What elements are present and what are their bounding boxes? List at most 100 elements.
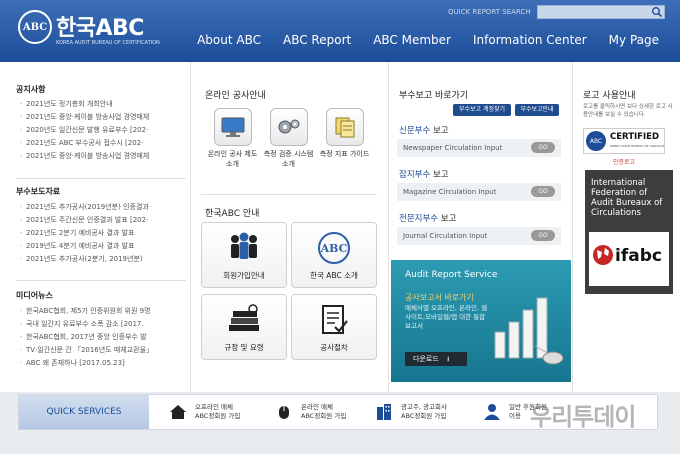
guide-about-abc[interactable]: ABC 한국 ABC 소개: [291, 222, 377, 288]
online-item-label: 측정 지표 가이드: [319, 150, 370, 158]
list-item[interactable]: 국내 일간지 유료부수 소폭 감소 [2017.: [18, 318, 186, 331]
find-account-button[interactable]: 부수보고 계정찾기: [453, 104, 511, 116]
guide-procedure[interactable]: 공사절차: [291, 294, 377, 360]
logo-usage-title: 로고 사용안내: [583, 91, 636, 101]
quick-line1: 오프라인 매체: [195, 403, 233, 411]
list-item[interactable]: 2021년도 추가공사(2019년분) 인증결과: [18, 201, 186, 214]
quick-online-member[interactable]: 온라인 매체 ABC정회원 가입: [275, 399, 346, 425]
quick-line2: ABC정회원 가입: [301, 412, 347, 420]
quick-line1: 광고주, 광고회사: [401, 403, 447, 411]
download-label: 다운로드: [413, 355, 439, 363]
certified-subtext: KOREA AUDIT BUREAU OF CIRCULATIONS: [610, 144, 664, 148]
report-head: 신문부수: [399, 126, 431, 136]
list-item[interactable]: ABC 왜 존재하나 [2017.05.23]: [18, 357, 186, 370]
monitor-icon: [213, 108, 252, 146]
list-item[interactable]: 한국ABC협회, 2017년 중앙 인증부수 발: [18, 331, 186, 344]
online-item-metrics[interactable]: 측정 지표 가이드: [317, 108, 372, 159]
newspaper-report-row[interactable]: Newspaper Circulation Input GO: [397, 139, 561, 157]
main-nav: About ABC ABC Report ABC Member Informat…: [186, 32, 670, 48]
list-item[interactable]: 2021년도 정기총회 개최안내: [18, 98, 186, 111]
guide-item-label: 한국 ABC 소개: [310, 271, 358, 280]
cert-caption[interactable]: 인증로고: [583, 157, 665, 166]
ifabc-logo-panel[interactable]: International Federation of Audit Bureau…: [585, 170, 673, 294]
building-icon: [377, 404, 391, 420]
site-logo[interactable]: ABC 한국ABC KOREA AUDIT BUREAU OF CERTIFIC…: [18, 8, 188, 52]
quick-search-input[interactable]: [537, 5, 665, 19]
nav-information-center[interactable]: Information Center: [462, 32, 598, 48]
list-item[interactable]: 한국ABC협회, 제5기 인증위원회 위원 9명: [18, 305, 186, 318]
magazine-report-link[interactable]: 잡지부수 보고: [399, 168, 449, 180]
journal-report-row[interactable]: Journal Circulation Input GO: [397, 227, 561, 245]
search-icon[interactable]: [651, 6, 663, 18]
list-item[interactable]: 2021년도 2분기 예비공사 결과 발표: [18, 227, 186, 240]
guide-item-label: 회원가입안내: [223, 271, 265, 280]
report-shortcuts-title: 부수보고 바로가기: [399, 91, 469, 101]
logo-usage-column: 로고 사용안내 로고를 클릭하시면 보다 상세한 로고 사용안내를 보실 수 있…: [572, 62, 678, 392]
main-content: 공지사항 2021년도 정기총회 개최안내 2021년도 중앙·케이블 방송사업…: [0, 62, 680, 392]
abc-logo-icon: ABC: [318, 232, 350, 264]
house-icon: [170, 405, 186, 419]
report-guide-button[interactable]: 부수보고안내: [515, 104, 559, 116]
news-column: 공지사항 2021년도 정기총회 개최안내 2021년도 중앙·케이블 방송사업…: [8, 62, 188, 392]
user-icon: [484, 404, 500, 420]
journal-report-link[interactable]: 전문지부수 보고: [399, 212, 456, 224]
books-icon: [229, 304, 259, 331]
audit-report-description: 매체사별 오프라인, 온라인, 웹사이트,모바일웹/앱 대한 통합보고서: [405, 304, 488, 330]
checklist-icon: [322, 305, 348, 334]
guide-membership[interactable]: 회원가입안내: [201, 222, 287, 288]
online-item-label: 온라인 공사 제도소개: [207, 150, 258, 168]
report-column: 부수보고 바로가기 부수보고 계정찾기 부수보고안내 신문부수 보고 Newsp…: [388, 62, 571, 392]
list-item[interactable]: 2021년도 추가공사(2분기, 2019년분): [18, 253, 186, 266]
nav-my-page[interactable]: My Page: [598, 32, 670, 48]
go-button[interactable]: GO: [531, 230, 555, 241]
notices-title[interactable]: 공지사항: [16, 84, 45, 95]
abc-logo-mark: ABC: [18, 10, 52, 44]
report-tail: 보고: [430, 170, 449, 180]
list-item[interactable]: 2021년도 주간신문 인증결과 발표 [202·: [18, 214, 186, 227]
certified-logo[interactable]: ABC CERTIFIED KOREA AUDIT BUREAU OF CIRC…: [583, 128, 665, 154]
quick-services-label: QUICK SERVICES: [19, 395, 149, 429]
media-title[interactable]: 미디어뉴스: [16, 290, 53, 301]
list-item[interactable]: 2021년도 중앙·케이블 방송사업 경영매체: [18, 111, 186, 124]
report-sub: Magazine Circulation Input: [403, 188, 497, 196]
notices-list: 2021년도 정기총회 개최안내 2021년도 중앙·케이블 방송사업 경영매체…: [18, 98, 186, 163]
list-item[interactable]: 2019년도 4분기 예비공사 결과 발표: [18, 240, 186, 253]
list-item[interactable]: 2020년도 일간신문 발행 유료부수 [202·: [18, 124, 186, 137]
nav-member[interactable]: ABC Member: [362, 32, 462, 48]
abc-seal-icon: ABC: [586, 131, 606, 151]
nav-report[interactable]: ABC Report: [272, 32, 362, 48]
svg-text:ABC: ABC: [320, 242, 348, 255]
site-header: ABC 한국ABC KOREA AUDIT BUREAU OF CERTIFIC…: [0, 0, 680, 62]
logo-title: 한국ABC: [56, 16, 144, 41]
download-icon: ⭳: [447, 355, 450, 363]
guide-rules[interactable]: 규정 및 요령: [201, 294, 287, 360]
documents-icon: [325, 108, 364, 146]
list-item[interactable]: 2021년도 ABC 부수공사 접수시 [202·: [18, 137, 186, 150]
guide-item-label: 규정 및 요령: [224, 343, 264, 352]
report-sub: Newspaper Circulation Input: [403, 144, 503, 152]
divider: [201, 194, 377, 195]
online-item-verify[interactable]: 측정 검증 시스템 소개: [261, 108, 316, 169]
online-title: 온라인 공사안내: [205, 91, 266, 101]
magazine-report-row[interactable]: Magazine Circulation Input GO: [397, 183, 561, 201]
quick-search-label: QUICK REPORT SEARCH: [448, 8, 531, 16]
press-title[interactable]: 부수보도자료: [16, 186, 60, 197]
go-button[interactable]: GO: [531, 142, 555, 153]
divider: [16, 178, 186, 179]
online-item-system[interactable]: 온라인 공사 제도소개: [205, 108, 260, 169]
nav-about[interactable]: About ABC: [186, 32, 272, 48]
quick-advertiser-member[interactable]: 광고주, 광고회사 ABC정회원 가입: [375, 399, 447, 425]
go-button[interactable]: GO: [531, 186, 555, 197]
audit-report-banner[interactable]: Audit Report Service 공사보고서 바로가기 매체사별 오프라…: [391, 260, 571, 382]
download-button[interactable]: 다운로드 ⭳: [405, 352, 467, 366]
list-item[interactable]: 2021년도 중앙·케이블 방송사업 경영매체: [18, 150, 186, 163]
watermark: 우리투데이: [530, 403, 636, 431]
quick-offline-member[interactable]: 오프라인 매체 ABC정회원 가입: [169, 399, 240, 425]
quick-line2: ABC정회원 가입: [195, 412, 241, 420]
media-list: 한국ABC협회, 제5기 인증위원회 위원 9명 국내 일간지 유료부수 소폭 …: [18, 305, 186, 370]
report-sub: Journal Circulation Input: [403, 232, 488, 240]
list-item[interactable]: TV·일간신문 간 「2016년도 매체교환율」: [18, 344, 186, 357]
mouse-icon: [279, 406, 289, 419]
audit-report-subtitle: 공사보고서 바로가기: [405, 293, 474, 302]
newspaper-report-link[interactable]: 신문부수 보고: [399, 124, 449, 136]
